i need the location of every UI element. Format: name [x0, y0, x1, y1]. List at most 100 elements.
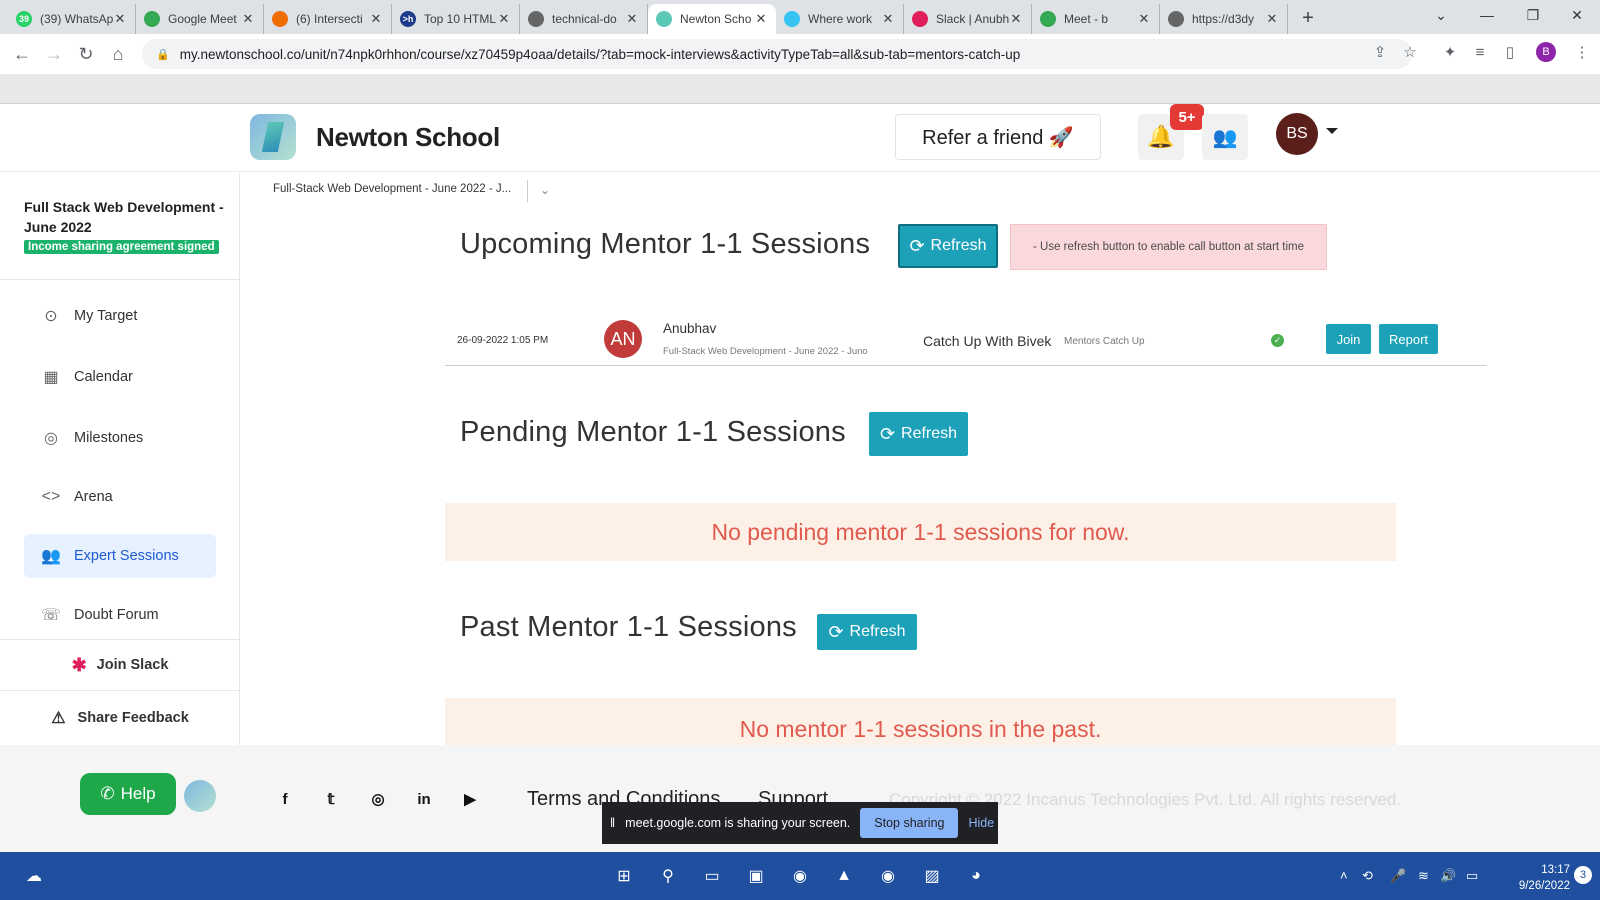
back-icon[interactable]: ←: [6, 38, 38, 70]
wifi-icon[interactable]: ≋: [1418, 868, 1429, 884]
url-text: my.newtonschool.co/unit/n74npk0rhhon/cou…: [179, 46, 1021, 62]
share-feedback-button[interactable]: ⚠ Share Feedback: [0, 693, 240, 743]
bookmark-star-icon[interactable]: ☆: [1398, 40, 1422, 64]
facebook-icon[interactable]: f: [271, 785, 299, 813]
volume-icon[interactable]: 🔊: [1440, 868, 1456, 884]
report-button[interactable]: Report: [1379, 324, 1438, 354]
chrome-icon[interactable]: ◉: [784, 860, 816, 892]
share-icon[interactable]: ⇪: [1368, 40, 1392, 64]
chevron-down-icon[interactable]: ⌄: [540, 183, 550, 197]
browser-tab[interactable]: >h Top 10 HTML ✕: [392, 4, 520, 34]
linkedin-icon[interactable]: in: [410, 785, 438, 813]
sync-icon[interactable]: ⟲: [1362, 868, 1373, 884]
chevron-down-icon[interactable]: [1326, 128, 1338, 134]
instagram-icon[interactable]: ◎: [364, 785, 392, 813]
media-icon[interactable]: ≡: [1468, 40, 1492, 64]
notification-count[interactable]: 3: [1574, 866, 1592, 884]
sidebar-item-doubt-forum[interactable]: ☏ Doubt Forum: [24, 593, 216, 637]
close-tab-icon[interactable]: ✕: [881, 11, 895, 27]
close-tab-icon[interactable]: ✕: [1265, 11, 1279, 27]
user-avatar[interactable]: BS: [1276, 113, 1318, 155]
sidebar-item-expert-sessions[interactable]: 👥 Expert Sessions: [24, 534, 216, 578]
restore-icon[interactable]: ❐: [1510, 0, 1556, 30]
home-icon[interactable]: ⌂: [102, 38, 134, 70]
tab-favicon-icon: [912, 11, 928, 27]
chrome-profile-icon[interactable]: ◉: [872, 860, 904, 892]
refresh-label: Refresh: [849, 623, 906, 640]
microphone-icon[interactable]: 🎤: [1390, 868, 1406, 884]
browser-tab[interactable]: https://d3dy ✕: [1160, 4, 1288, 34]
browser-tab[interactable]: (6) Intersecti ✕: [264, 4, 392, 34]
join-slack-button[interactable]: ✱ Join Slack: [0, 639, 240, 691]
system-clock[interactable]: 13:17 9/26/2022: [1490, 862, 1570, 894]
refresh-icon: ⟳: [909, 235, 925, 256]
close-tab-icon[interactable]: ✕: [625, 11, 639, 27]
close-tab-icon[interactable]: ✕: [113, 11, 127, 27]
close-tab-icon[interactable]: ✕: [241, 11, 255, 27]
help-button[interactable]: ✆ Help: [80, 773, 176, 815]
sidebar-item-label: Arena: [74, 489, 113, 505]
close-window-icon[interactable]: ✕: [1554, 0, 1600, 30]
extensions-icon[interactable]: ✦: [1438, 40, 1462, 64]
sidebar-item-arena[interactable]: <> Arena: [24, 475, 216, 519]
brand-name[interactable]: Newton School: [316, 122, 500, 153]
sidebar-item-calendar[interactable]: ▦ Calendar: [24, 355, 216, 399]
pending-empty-message: No pending mentor 1-1 sessions for now.: [445, 503, 1396, 561]
forward-icon[interactable]: →: [38, 38, 70, 70]
reload-icon[interactable]: ↻: [70, 38, 102, 70]
drag-handle-icon[interactable]: ‖: [610, 816, 615, 830]
close-tab-icon[interactable]: ✕: [1137, 11, 1151, 27]
join-slack-label: Join Slack: [96, 657, 169, 673]
sidebar-item-milestones[interactable]: ◎ Milestones: [24, 416, 216, 460]
refer-friend-button[interactable]: Refer a friend 🚀: [895, 114, 1101, 160]
photos-icon[interactable]: ▨: [916, 860, 948, 892]
discord-icon[interactable]: ◕: [960, 860, 992, 892]
address-bar[interactable]: 🔒 my.newtonschool.co/unit/n74npk0rhhon/c…: [142, 39, 1412, 69]
profile-icon[interactable]: B: [1536, 42, 1556, 62]
refresh-pending-button[interactable]: ⟳ Refresh: [869, 412, 968, 456]
tab-title: (6) Intersecti: [296, 12, 363, 26]
browser-tab[interactable]: Where work ✕: [776, 4, 904, 34]
browser-tab[interactable]: Slack | Anubh ✕: [904, 4, 1032, 34]
share-message: meet.google.com is sharing your screen.: [625, 816, 851, 830]
browser-tab[interactable]: Google Meet ✕: [136, 4, 264, 34]
course-selector[interactable]: Full-Stack Web Development - June 2022 -…: [273, 183, 511, 195]
newton-logo[interactable]: [184, 780, 216, 812]
task-view-icon[interactable]: ▭: [696, 860, 728, 892]
chevron-up-icon[interactable]: ˄: [1340, 868, 1348, 883]
browser-tab[interactable]: Newton Scho ✕: [648, 4, 776, 34]
refresh-upcoming-button[interactable]: ⟳ Refresh: [898, 224, 998, 268]
vlc-icon[interactable]: ▲: [828, 860, 860, 892]
sidebar-item-label: Doubt Forum: [74, 607, 159, 623]
stop-sharing-button[interactable]: Stop sharing: [860, 808, 959, 838]
youtube-icon[interactable]: ▶: [456, 785, 484, 813]
minimize-icon[interactable]: —: [1464, 0, 1510, 30]
sidebar-item-my-target[interactable]: ⊙ My Target: [24, 294, 216, 338]
close-tab-icon[interactable]: ✕: [369, 11, 383, 27]
refresh-past-button[interactable]: ⟳ Refresh: [817, 614, 917, 650]
weather-icon[interactable]: ☁: [18, 860, 50, 892]
twitter-icon[interactable]: 𝕥: [317, 785, 345, 813]
divider: [527, 180, 528, 202]
join-button[interactable]: Join: [1326, 324, 1371, 354]
teams-icon[interactable]: ▣: [740, 860, 772, 892]
tab-title: technical-do: [552, 12, 617, 26]
menu-icon[interactable]: ⋮: [1570, 40, 1594, 64]
browser-tab[interactable]: 39 (39) WhatsApp ✕: [8, 4, 136, 34]
tab-favicon-icon: [656, 11, 672, 27]
battery-icon[interactable]: ▭: [1466, 868, 1478, 884]
community-icon[interactable]: 👥: [1202, 114, 1248, 160]
side-panel-icon[interactable]: ▯: [1498, 40, 1522, 64]
tab-search-icon[interactable]: ⌄: [1418, 0, 1464, 30]
browser-tab[interactable]: technical-do ✕: [520, 4, 648, 34]
close-tab-icon[interactable]: ✕: [497, 11, 511, 27]
close-tab-icon[interactable]: ✕: [1009, 11, 1023, 27]
browser-tab[interactable]: Meet - b ✕: [1032, 4, 1160, 34]
new-tab-button[interactable]: +: [1294, 4, 1322, 32]
close-tab-icon[interactable]: ✕: [754, 11, 768, 27]
newton-logo[interactable]: [250, 114, 296, 160]
hide-button[interactable]: Hide: [968, 816, 994, 830]
start-icon[interactable]: ⊞: [608, 860, 640, 892]
search-icon[interactable]: ⚲: [652, 860, 684, 892]
tab-title: Meet - b: [1064, 12, 1109, 26]
